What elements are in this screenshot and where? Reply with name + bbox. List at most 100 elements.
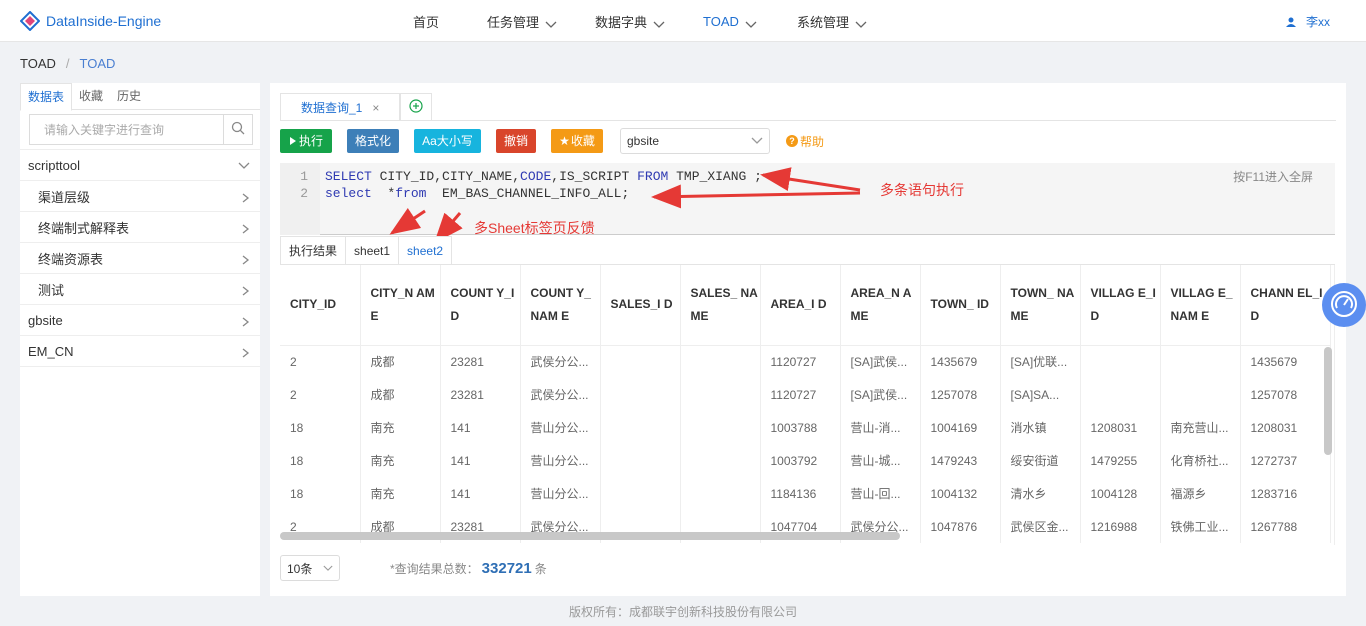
- column-header[interactable]: COUNT Y_NAM E: [520, 265, 601, 346]
- floating-assistant-button[interactable]: [1322, 283, 1366, 327]
- table-cell: 18: [280, 477, 361, 510]
- table-cell: [680, 411, 761, 444]
- table-cell: 1208031: [1240, 411, 1331, 444]
- horizontal-scrollbar[interactable]: [280, 532, 900, 540]
- table-cell: [1080, 378, 1161, 411]
- table-row[interactable]: 2 成都 23281 武侯分公... 1120727 [SA]武侯... 1435679 [S…: [280, 345, 1331, 378]
- chevron-right-icon: [242, 253, 250, 265]
- tab-history[interactable]: 历史: [110, 83, 148, 109]
- arrow-line: [389, 208, 426, 235]
- column-header[interactable]: TOWN_ NAME: [1000, 265, 1081, 346]
- annotation-multi-sheet: 多Sheet标签页反馈: [474, 220, 595, 236]
- table-cell: 南充: [360, 444, 441, 477]
- table-cell: 1184136: [760, 477, 841, 510]
- tree-item-channel-level[interactable]: 渠道层级: [20, 181, 260, 212]
- tab-sheet1[interactable]: sheet1: [345, 236, 400, 265]
- table-cell: 武侯区金...: [1000, 510, 1081, 543]
- breadcrumb-root[interactable]: TOAD: [20, 56, 56, 71]
- table-cell: 成都: [360, 345, 441, 378]
- table-row[interactable]: 18 南充 141 营山分公... 1184136 营山-回... 1004132 清水乡 10…: [280, 477, 1331, 510]
- table-cell: 1479243: [920, 444, 1001, 477]
- table-cell: 1479255: [1080, 444, 1161, 477]
- nav-home[interactable]: 首页: [413, 0, 439, 42]
- search-input[interactable]: [30, 115, 224, 144]
- tree-item-test[interactable]: 测试: [20, 274, 260, 305]
- result-table-container: CITY_ID CITY_N AME COUNT Y_ID COUNT Y_NA…: [280, 265, 1335, 545]
- tab-tables[interactable]: 数据表: [20, 83, 73, 111]
- chevron-right-icon: [242, 222, 250, 234]
- table-cell: 2: [280, 378, 361, 411]
- table-cell: 1208031: [1080, 411, 1161, 444]
- column-header[interactable]: TOWN_ ID: [920, 265, 1001, 346]
- column-header[interactable]: SALES_ NAME: [680, 265, 761, 346]
- left-sidebar: 数据表 收藏 历史 scripttool 渠道层级 终端制式解释表 终端资源表 …: [20, 83, 260, 596]
- column-header[interactable]: CHANN EL_ID: [1240, 265, 1331, 346]
- tab-execution-result[interactable]: 执行结果: [280, 236, 347, 265]
- page-size-select[interactable]: 10条: [280, 555, 340, 581]
- table-cell: [SA]SA...: [1000, 378, 1081, 411]
- tree-item-gbsite[interactable]: gbsite: [20, 305, 260, 336]
- user-name: 李xx: [1305, 14, 1330, 29]
- nav-data-dictionary[interactable]: 数据字典: [595, 0, 665, 42]
- vertical-scrollbar[interactable]: [1324, 347, 1332, 455]
- column-header[interactable]: SALES_I D: [600, 265, 681, 346]
- table-row[interactable]: 2 成都 23281 武侯分公... 1120727 [SA]武侯... 1257078 [S…: [280, 378, 1331, 411]
- tree-item-scripttool[interactable]: scripttool: [20, 150, 260, 181]
- tree-item-terminal-format[interactable]: 终端制式解释表: [20, 212, 260, 243]
- table-cell: 1120727: [760, 345, 841, 378]
- pagination-bar: 10条 *查询结果总数： 332721 条: [280, 555, 547, 581]
- table-cell: 2: [280, 345, 361, 378]
- table-cell: 营山分公...: [520, 477, 601, 510]
- table-cell: 141: [440, 411, 521, 444]
- table-cell: [600, 477, 681, 510]
- table-cell: 武侯分公...: [520, 378, 601, 411]
- table-cell: 1003792: [760, 444, 841, 477]
- table-cell: [1080, 345, 1161, 378]
- table-cell: 1283716: [1240, 477, 1331, 510]
- table-row[interactable]: 18 南充 141 营山分公... 1003788 营山-消... 1004169 消水镇 12…: [280, 411, 1331, 444]
- top-navbar: DataInside-Engine 首页 任务管理 数据字典 TOAD 系统管理…: [0, 0, 1366, 42]
- column-header[interactable]: VILLAG E_NAM E: [1160, 265, 1241, 346]
- table-cell: 1004132: [920, 477, 1001, 510]
- total-count: 332721: [481, 559, 532, 577]
- nav-system-management[interactable]: 系统管理: [797, 0, 867, 42]
- search-icon: [231, 121, 245, 138]
- tree-item-terminal-resource[interactable]: 终端资源表: [20, 243, 260, 274]
- column-header[interactable]: AREA_N AME: [840, 265, 921, 346]
- table-cell: [1160, 345, 1241, 378]
- nav-system-label: 系统管理: [797, 14, 850, 30]
- nav-task-label: 任务管理: [487, 14, 540, 30]
- chevron-down-icon: [855, 17, 867, 28]
- table-cell: [680, 345, 761, 378]
- table-cell: 1003788: [760, 411, 841, 444]
- sidebar-search: [29, 114, 253, 145]
- result-total: *查询结果总数： 332721 条: [390, 560, 547, 577]
- table-cell: [680, 378, 761, 411]
- table-cell: 1435679: [1240, 345, 1331, 378]
- column-header[interactable]: VILLAG E_ID: [1080, 265, 1161, 346]
- nav-task-management[interactable]: 任务管理: [487, 0, 557, 42]
- column-header[interactable]: COUNT Y_ID: [440, 265, 521, 346]
- table-cell: 福源乡: [1160, 477, 1241, 510]
- column-header[interactable]: CITY_ID: [280, 265, 361, 346]
- tree-item-em-cn[interactable]: EM_CN: [20, 336, 260, 367]
- table-tree: scripttool 渠道层级 终端制式解释表 终端资源表 测试 gbsite …: [20, 149, 260, 367]
- sidebar-tabs: 数据表 收藏 历史: [20, 83, 260, 111]
- user-menu[interactable]: 李xx: [1285, 0, 1330, 42]
- footer-copyright: 版权所有：成都联宇创新科技股份有限公司: [568, 605, 797, 619]
- column-header[interactable]: CITY_N AME: [360, 265, 441, 346]
- tab-sheet2[interactable]: sheet2: [398, 236, 453, 265]
- table-header-row: CITY_ID CITY_N AME COUNT Y_ID COUNT Y_NA…: [280, 265, 1331, 346]
- tab-favorites[interactable]: 收藏: [72, 83, 110, 109]
- app-logo[interactable]: DataInside-Engine: [20, 10, 161, 32]
- table-cell: 消水镇: [1000, 411, 1081, 444]
- table-row[interactable]: 18 南充 141 营山分公... 1003792 营山-城... 1479243 绥安街道 1…: [280, 444, 1331, 477]
- tree-item-label: scripttool: [28, 157, 81, 173]
- nav-toad[interactable]: TOAD: [703, 0, 757, 42]
- table-cell: 1047876: [920, 510, 1001, 543]
- column-header[interactable]: AREA_I D: [760, 265, 841, 346]
- table-cell: 1257078: [1240, 378, 1331, 411]
- search-button[interactable]: [223, 115, 252, 144]
- table-cell: [SA]武侯...: [840, 378, 921, 411]
- table-cell: 营山-城...: [840, 444, 921, 477]
